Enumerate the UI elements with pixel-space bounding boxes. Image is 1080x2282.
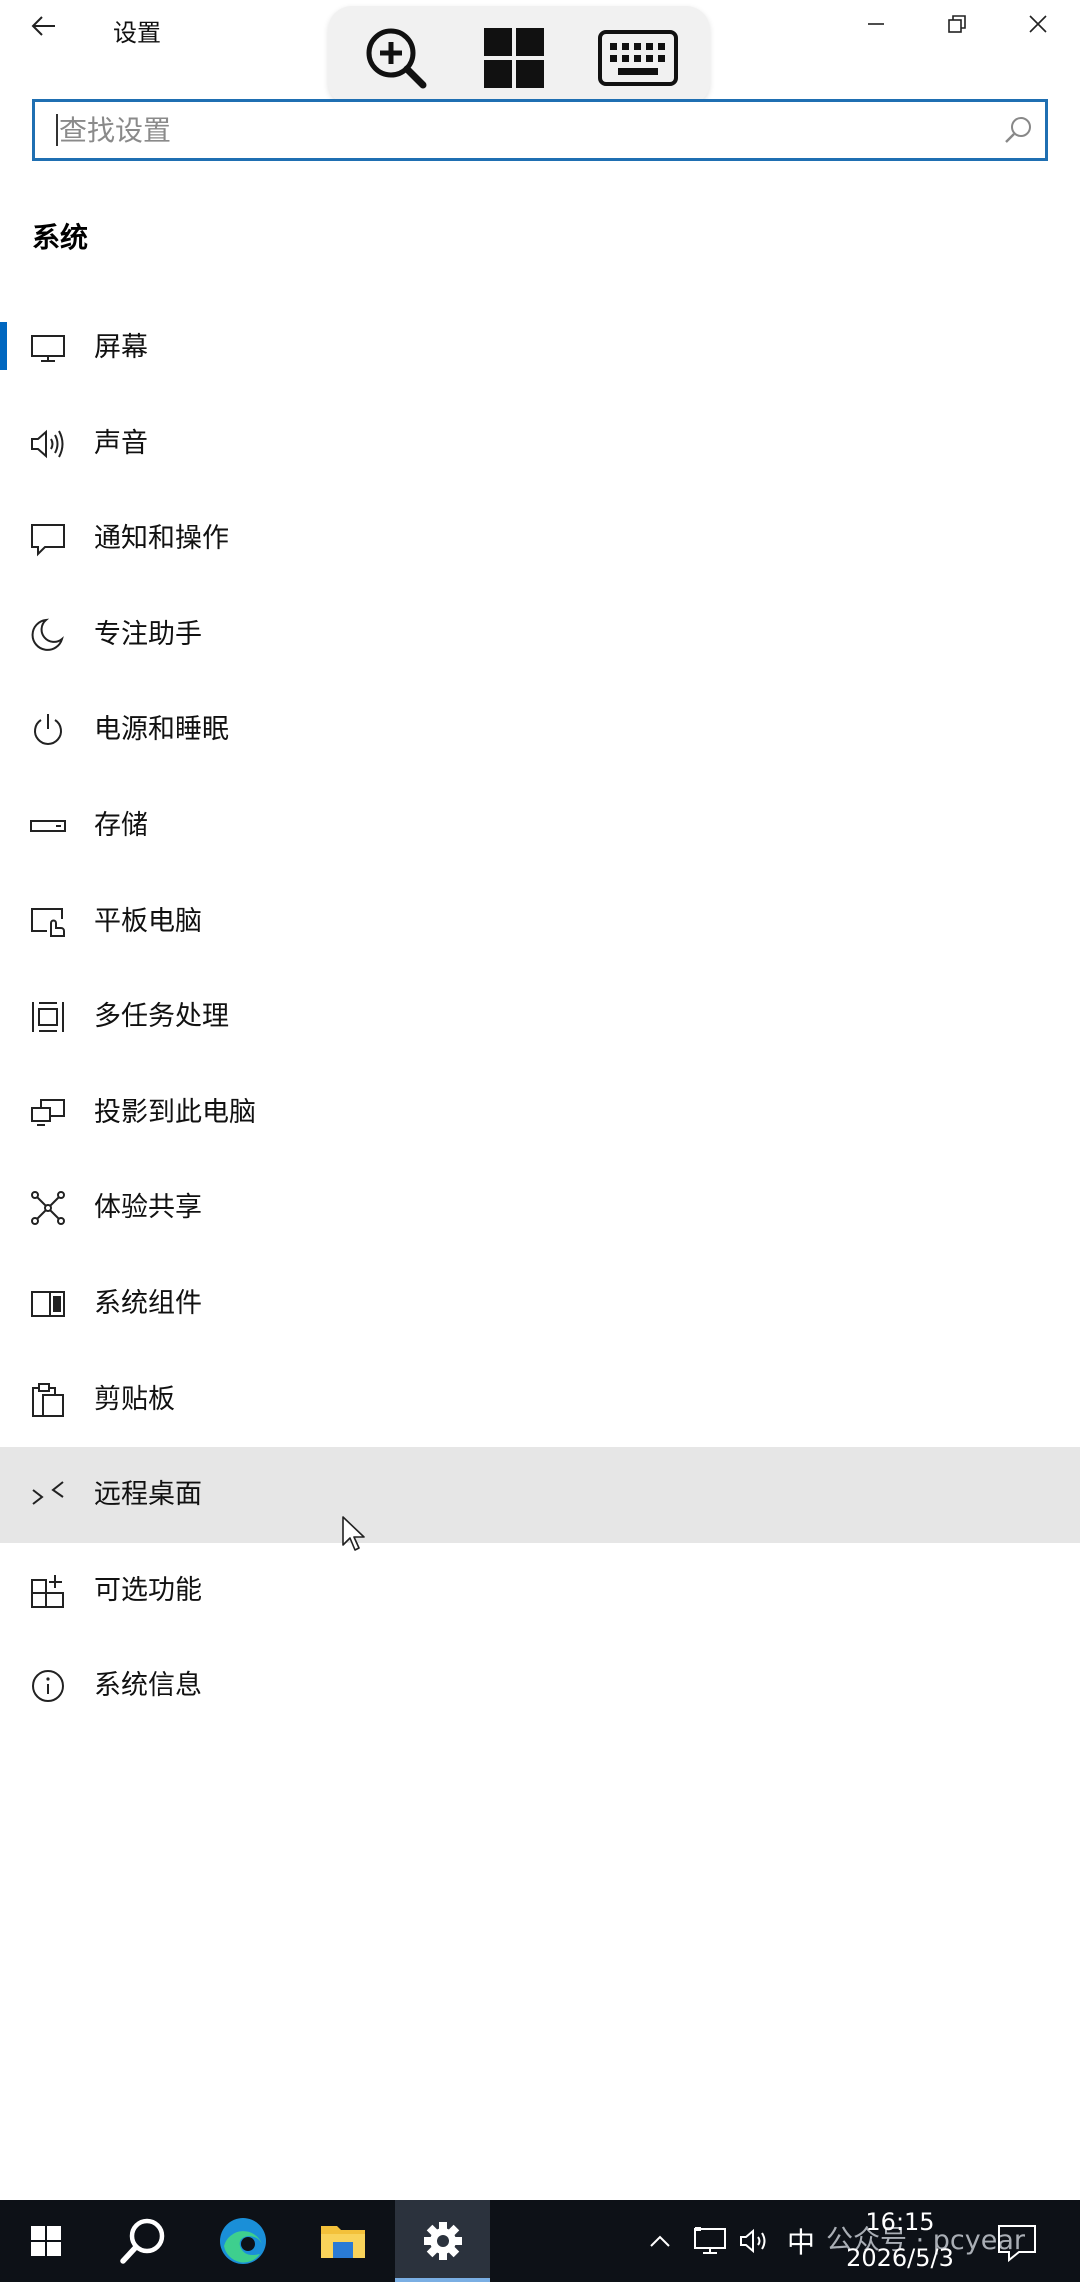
volume-icon bbox=[740, 2228, 766, 2254]
nav-item-label: 通知和操作 bbox=[94, 523, 229, 555]
chevron-up-icon bbox=[650, 2235, 670, 2247]
search-input[interactable] bbox=[59, 102, 989, 158]
speaker-icon bbox=[31, 429, 64, 458]
nav-item-clipboard[interactable]: 剪贴板 bbox=[0, 1352, 1080, 1448]
nav-item-about[interactable]: 系统信息 bbox=[0, 1638, 1080, 1734]
start-menu-button[interactable] bbox=[476, 22, 552, 94]
nav-item-label: 平板电脑 bbox=[94, 905, 202, 937]
nav-item-focus-assist[interactable]: 专注助手 bbox=[0, 587, 1080, 683]
gear-icon bbox=[423, 2222, 462, 2260]
restore-button[interactable] bbox=[927, 2, 987, 46]
system-components-icon bbox=[31, 1290, 65, 1317]
file-explorer-button[interactable] bbox=[297, 2200, 389, 2282]
keyboard-icon bbox=[598, 30, 678, 86]
settings-app-button[interactable] bbox=[395, 2200, 490, 2282]
edge-browser-button[interactable] bbox=[197, 2200, 289, 2282]
nav-item-label: 电源和睡眠 bbox=[94, 714, 229, 746]
project-icon bbox=[31, 1098, 65, 1126]
nav-item-label: 体验共享 bbox=[94, 1192, 202, 1224]
tablet-touch-icon bbox=[31, 907, 65, 937]
notification-icon bbox=[31, 524, 65, 557]
search-icon[interactable] bbox=[1003, 115, 1033, 145]
nav-item-label: 剪贴板 bbox=[94, 1383, 175, 1415]
clock-time: 16:15 bbox=[865, 2208, 935, 2236]
windows-logo-icon bbox=[484, 28, 544, 88]
remote-desktop-icon bbox=[32, 1481, 64, 1505]
search-icon bbox=[120, 2218, 165, 2264]
nav-item-power-sleep[interactable]: 电源和睡眠 bbox=[0, 682, 1080, 778]
nav-item-label: 系统信息 bbox=[94, 1670, 202, 1702]
windows-logo-icon bbox=[31, 2226, 61, 2256]
settings-nav-list: 屏幕 声音 通知和操作 专注助手 电源和睡眠 存储 平板电脑 多任务处理 投影到… bbox=[0, 300, 1080, 1734]
nav-item-label: 多任务处理 bbox=[94, 1001, 229, 1033]
folder-icon bbox=[321, 2226, 365, 2258]
selection-indicator bbox=[0, 322, 7, 370]
action-center-icon[interactable] bbox=[995, 2220, 1039, 2264]
moon-icon bbox=[31, 618, 64, 651]
power-icon bbox=[34, 714, 62, 746]
nav-item-label: 系统组件 bbox=[94, 1287, 202, 1319]
section-title: 系统 bbox=[32, 221, 89, 254]
nav-item-label: 声音 bbox=[94, 427, 148, 459]
storage-drive-icon bbox=[30, 819, 66, 832]
nav-item-label: 专注助手 bbox=[94, 618, 202, 650]
multitasking-icon bbox=[32, 1002, 64, 1033]
zoom-in-icon bbox=[366, 28, 427, 89]
edge-browser-icon bbox=[220, 2218, 266, 2264]
nav-item-label: 远程桌面 bbox=[94, 1479, 202, 1511]
nav-item-label: 屏幕 bbox=[94, 332, 148, 363]
input-method-indicator[interactable]: 中 bbox=[780, 2200, 822, 2282]
info-icon bbox=[32, 1670, 64, 1703]
back-arrow-icon bbox=[31, 16, 55, 36]
nav-item-label: 可选功能 bbox=[94, 1574, 202, 1606]
restore-icon bbox=[948, 15, 966, 33]
taskbar-clock[interactable]: 16:15 2026/5/3 bbox=[842, 2204, 958, 2276]
nav-item-remote-desktop[interactable]: 远程桌面 bbox=[0, 1447, 1080, 1543]
active-app-indicator bbox=[395, 2278, 490, 2282]
keyboard-button[interactable] bbox=[590, 22, 686, 94]
clipboard-icon bbox=[32, 1382, 64, 1417]
zoom-button[interactable] bbox=[358, 22, 434, 94]
clock-date: 2026/5/3 bbox=[846, 2244, 954, 2272]
shared-experience-icon bbox=[31, 1191, 65, 1226]
nav-item-sound[interactable]: 声音 bbox=[0, 396, 1080, 492]
nav-item-label: 投影到此电脑 bbox=[94, 1096, 256, 1128]
nav-item-notifications[interactable]: 通知和操作 bbox=[0, 491, 1080, 587]
start-button[interactable] bbox=[0, 2200, 92, 2282]
minimize-icon bbox=[868, 23, 884, 25]
nav-item-display[interactable]: 屏幕 bbox=[0, 300, 1080, 396]
back-button[interactable] bbox=[20, 2, 68, 50]
taskbar-search-button[interactable] bbox=[97, 2200, 189, 2282]
nav-item-tablet[interactable]: 平板电脑 bbox=[0, 874, 1080, 970]
nav-item-shared-experiences[interactable]: 体验共享 bbox=[0, 1160, 1080, 1256]
mouse-cursor bbox=[342, 1516, 365, 1551]
nav-item-optional-features[interactable]: 可选功能 bbox=[0, 1543, 1080, 1639]
search-box bbox=[32, 99, 1048, 161]
minimize-button[interactable] bbox=[846, 2, 906, 46]
optional-features-icon bbox=[31, 1574, 64, 1608]
close-icon bbox=[1029, 15, 1047, 33]
close-button[interactable] bbox=[1008, 2, 1068, 46]
text-caret bbox=[56, 114, 58, 146]
app-title: 设置 bbox=[113, 19, 161, 47]
show-hidden-icons-button[interactable] bbox=[640, 2200, 680, 2282]
floating-toolbar bbox=[328, 6, 710, 106]
volume-button[interactable] bbox=[736, 2200, 776, 2282]
nav-item-label: 存储 bbox=[94, 809, 148, 841]
network-button[interactable] bbox=[688, 2200, 732, 2282]
nav-item-project[interactable]: 投影到此电脑 bbox=[0, 1065, 1080, 1161]
nav-item-multitasking[interactable]: 多任务处理 bbox=[0, 969, 1080, 1065]
nav-item-storage[interactable]: 存储 bbox=[0, 778, 1080, 874]
display-icon bbox=[31, 335, 65, 362]
nav-item-system-components[interactable]: 系统组件 bbox=[0, 1256, 1080, 1352]
network-icon bbox=[694, 2227, 726, 2254]
